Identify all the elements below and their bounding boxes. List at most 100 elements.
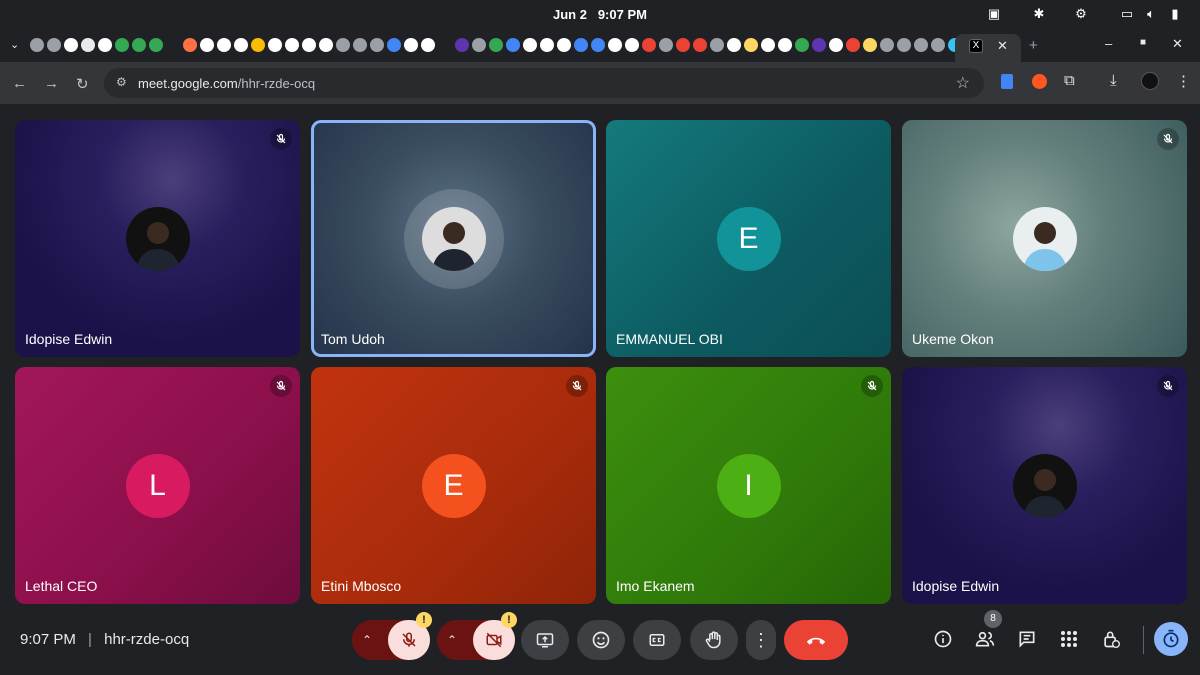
pinned-tab-favicon-icon[interactable] xyxy=(47,38,61,52)
participant-tile[interactable]: L Lethal CEO xyxy=(15,367,300,604)
brave-extension-icon[interactable] xyxy=(1032,74,1047,89)
participant-tile[interactable]: I Imo Ekanem xyxy=(606,367,891,604)
gear-icon[interactable]: ⚙ xyxy=(1072,5,1090,23)
captions-button[interactable] xyxy=(633,620,681,660)
activities-button[interactable] xyxy=(1054,624,1084,654)
pinned-tab-favicon-icon[interactable] xyxy=(421,38,435,52)
pinned-tab-favicon-icon[interactable] xyxy=(489,38,503,52)
maximize-icon[interactable]: ■ xyxy=(1140,37,1146,48)
pinned-tab-favicon-icon[interactable] xyxy=(608,38,622,52)
pinned-tab-favicon-icon[interactable] xyxy=(370,38,384,52)
present-screen-button[interactable] xyxy=(521,620,569,660)
pinned-tab-favicon-icon[interactable] xyxy=(625,38,639,52)
pinned-tab-favicon-icon[interactable] xyxy=(523,38,537,52)
tab-search-icon[interactable]: ⌄ xyxy=(10,38,19,51)
battery-icon[interactable]: ▮ xyxy=(1166,5,1184,23)
bookmark-star-icon[interactable]: ☆ xyxy=(956,73,970,93)
reactions-button[interactable] xyxy=(577,620,625,660)
pinned-tab-favicon-icon[interactable] xyxy=(642,38,656,52)
raise-hand-button[interactable] xyxy=(690,620,738,660)
pinned-tab-favicon-icon[interactable] xyxy=(285,38,299,52)
extensions-puzzle-icon[interactable]: ⧉ xyxy=(1064,72,1075,89)
pinned-tab-favicon-icon[interactable] xyxy=(880,38,894,52)
pinned-tab-favicon-icon[interactable] xyxy=(727,38,741,52)
pinned-tab-favicon-icon[interactable] xyxy=(931,38,945,52)
pinned-tab-favicon-icon[interactable] xyxy=(897,38,911,52)
participant-tile[interactable]: E Etini Mbosco xyxy=(311,367,596,604)
pinned-tab-favicon-icon[interactable] xyxy=(812,38,826,52)
pinned-tab-favicon-icon[interactable] xyxy=(557,38,571,52)
more-options-button[interactable]: ⋮ xyxy=(746,620,776,660)
chat-button[interactable] xyxy=(1012,624,1042,654)
pinned-tab-favicon-icon[interactable] xyxy=(132,38,146,52)
pinned-tab-favicon-icon[interactable] xyxy=(149,38,163,52)
pinned-tab-favicon-icon[interactable] xyxy=(846,38,860,52)
display-icon[interactable]: ▭ xyxy=(1118,5,1136,23)
pinned-tab-favicon-icon[interactable] xyxy=(336,38,350,52)
pinned-tab-favicon-icon[interactable] xyxy=(591,38,605,52)
reload-icon[interactable]: ↻ xyxy=(76,75,89,93)
participant-tile[interactable]: E EMMANUEL OBI xyxy=(606,120,891,357)
pinned-tab-favicon-icon[interactable] xyxy=(710,38,724,52)
pinned-tab-favicon-icon[interactable] xyxy=(914,38,928,52)
timer-button[interactable] xyxy=(1154,622,1188,656)
slack-tray-icon[interactable]: ✱ xyxy=(1030,5,1048,23)
pinned-tab-favicon-icon[interactable] xyxy=(829,38,843,52)
meeting-info-button[interactable] xyxy=(928,624,958,654)
minimize-icon[interactable]: – xyxy=(1105,36,1112,51)
pinned-tab-favicon-icon[interactable] xyxy=(30,38,44,52)
pinned-tab-favicon-icon[interactable] xyxy=(251,38,265,52)
pinned-tab-favicon-icon[interactable] xyxy=(744,38,758,52)
pinned-tab-favicon-icon[interactable] xyxy=(302,38,316,52)
new-tab-icon[interactable]: + xyxy=(1029,37,1038,54)
pinned-tab-favicon-icon[interactable] xyxy=(863,38,877,52)
site-info-icon[interactable]: ⚙ xyxy=(116,75,127,89)
pinned-tab-favicon-icon[interactable] xyxy=(472,38,486,52)
pinned-tab-favicon-icon[interactable] xyxy=(506,38,520,52)
leave-call-button[interactable] xyxy=(784,620,848,660)
profile-avatar[interactable] xyxy=(1141,72,1159,90)
pinned-tab-favicon-icon[interactable] xyxy=(693,38,707,52)
pinned-tab-favicon-icon[interactable] xyxy=(98,38,112,52)
pinned-tab-favicon-icon[interactable] xyxy=(778,38,792,52)
pinned-tab-favicon-icon[interactable] xyxy=(200,38,214,52)
pinned-tab-favicon-icon[interactable] xyxy=(404,38,418,52)
pinned-tab-favicon-icon[interactable] xyxy=(234,38,248,52)
participant-tile[interactable]: Idopise Edwin xyxy=(902,367,1187,604)
people-button[interactable]: 8 xyxy=(970,610,1002,654)
pinned-tab-favicon-icon[interactable] xyxy=(319,38,333,52)
browser-menu-icon[interactable]: ⋮ xyxy=(1176,72,1191,90)
pinned-tab-favicon-icon[interactable] xyxy=(115,38,129,52)
forward-icon[interactable]: → xyxy=(44,75,59,92)
volume-icon[interactable]: 🔈︎ xyxy=(1142,5,1160,23)
close-window-icon[interactable]: ✕ xyxy=(1172,36,1183,52)
downloads-icon[interactable]: ⤓ xyxy=(1110,72,1117,89)
pinned-tab-favicon-icon[interactable] xyxy=(64,38,78,52)
pinned-tab-favicon-icon[interactable] xyxy=(166,38,180,52)
active-tab[interactable]: X ✕ xyxy=(955,34,1021,62)
back-icon[interactable]: ← xyxy=(12,75,27,92)
pinned-tab-favicon-icon[interactable] xyxy=(268,38,282,52)
participant-tile[interactable]: Tom Udoh xyxy=(311,120,596,357)
pinned-tab-favicon-icon[interactable] xyxy=(438,38,452,52)
pinned-tab-favicon-icon[interactable] xyxy=(353,38,367,52)
docs-extension-icon[interactable] xyxy=(1001,74,1013,89)
pinned-tab-favicon-icon[interactable] xyxy=(183,38,197,52)
pinned-tab-favicon-icon[interactable] xyxy=(387,38,401,52)
pinned-tab-favicon-icon[interactable] xyxy=(540,38,554,52)
pinned-tab-favicon-icon[interactable] xyxy=(574,38,588,52)
system-clock[interactable]: Jun 2 9:07 PM xyxy=(0,7,1200,22)
pinned-tab-favicon-icon[interactable] xyxy=(676,38,690,52)
participant-tile[interactable]: Idopise Edwin xyxy=(15,120,300,357)
pinned-tab-favicon-icon[interactable] xyxy=(659,38,673,52)
video-options-chevron-icon[interactable]: ⌃ xyxy=(447,633,457,647)
address-bar[interactable]: ⚙ meet.google.com/hhr-rzde-ocq ☆ xyxy=(104,68,984,98)
audio-options-chevron-icon[interactable]: ⌃ xyxy=(362,633,372,647)
pinned-tab-favicon-icon[interactable] xyxy=(761,38,775,52)
close-tab-icon[interactable]: ✕ xyxy=(997,38,1008,54)
pinned-tab-favicon-icon[interactable] xyxy=(455,38,469,52)
pinned-tab-favicon-icon[interactable] xyxy=(81,38,95,52)
pinned-tab-favicon-icon[interactable] xyxy=(795,38,809,52)
pinned-tab-favicon-icon[interactable] xyxy=(217,38,231,52)
host-controls-button[interactable] xyxy=(1096,624,1126,654)
